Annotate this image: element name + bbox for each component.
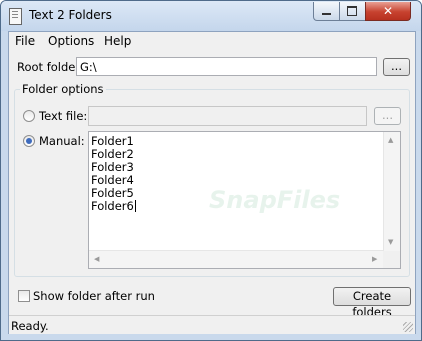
scrollbar-corner: [383, 251, 400, 268]
text-file-radio[interactable]: [23, 110, 35, 122]
root-folder-browse-button[interactable]: ...: [383, 58, 410, 76]
folder-line-3: Folder3: [91, 160, 134, 174]
show-folder-checkbox[interactable]: [18, 290, 30, 302]
folder-line-6: Folder6: [91, 199, 136, 213]
root-folder-label: Root folder:: [17, 60, 84, 74]
folder-line-4: Folder4: [91, 173, 134, 187]
text-caret: [134, 200, 136, 212]
window-title: Text 2 Folders: [29, 8, 112, 22]
text-file-browse-button[interactable]: ...: [374, 107, 401, 125]
text-file-label: Text file:: [39, 109, 88, 123]
folder-line-5: Folder5: [91, 186, 134, 200]
app-icon[interactable]: [9, 8, 22, 25]
menu-file[interactable]: File: [15, 34, 35, 48]
scroll-right-icon[interactable]: ▶: [372, 255, 377, 263]
menu-options[interactable]: Options: [48, 34, 94, 48]
root-folder-input[interactable]: G:\: [76, 57, 377, 76]
close-icon: ✕: [382, 4, 394, 18]
vertical-scrollbar[interactable]: ▲ ▼: [383, 132, 400, 251]
client-area: File Options Help Root folder: G:\ ... F…: [8, 31, 416, 334]
text-file-input[interactable]: [88, 106, 367, 126]
main-window: Text 2 Folders ✕ File Options Help Root …: [0, 0, 422, 341]
scroll-left-icon[interactable]: ◀: [94, 255, 99, 263]
folder-options-label: Folder options: [20, 82, 106, 96]
manual-radio[interactable]: [23, 135, 35, 147]
horizontal-scrollbar[interactable]: ◀ ▶: [89, 250, 384, 268]
minimize-button[interactable]: [313, 2, 340, 21]
create-folders-button[interactable]: Create folders: [333, 287, 411, 319]
manual-folders-textarea[interactable]: SnapFiles Folder1 Folder2 Folder3 Folder…: [88, 131, 401, 269]
folder-line-2: Folder2: [91, 147, 134, 161]
maximize-icon: [347, 6, 357, 16]
scroll-up-icon[interactable]: ▲: [388, 136, 393, 144]
status-bar: Ready.: [9, 315, 415, 334]
root-folder-value: G:\: [80, 60, 97, 74]
menu-help[interactable]: Help: [104, 34, 131, 48]
snapfiles-watermark: SnapFiles: [209, 186, 341, 214]
folder-line-1: Folder1: [91, 134, 134, 148]
folder-line-6-text: Folder6: [91, 199, 134, 213]
status-text: Ready.: [11, 319, 49, 333]
title-bar[interactable]: Text 2 Folders ✕: [1, 1, 421, 31]
show-folder-label: Show folder after run: [33, 289, 155, 303]
manual-label: Manual:: [39, 134, 85, 148]
maximize-button[interactable]: [339, 2, 366, 21]
scroll-down-icon[interactable]: ▼: [388, 238, 393, 246]
size-grip-icon[interactable]: [403, 322, 413, 332]
close-button[interactable]: ✕: [365, 2, 411, 21]
menu-bar: File Options Help: [9, 32, 415, 51]
minimize-icon: [322, 13, 331, 15]
